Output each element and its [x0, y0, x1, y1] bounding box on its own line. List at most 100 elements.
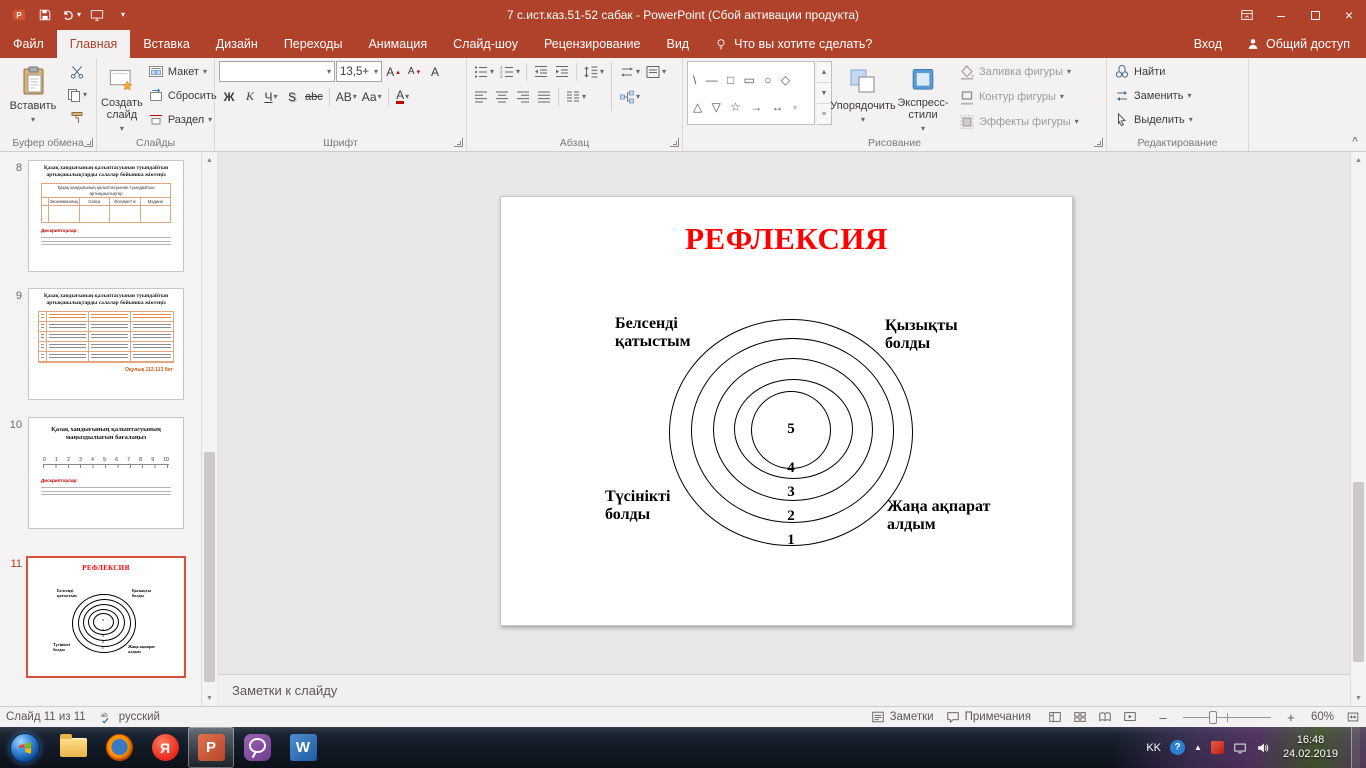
close-button[interactable]: ×: [1332, 0, 1366, 30]
scroll-up-arrow[interactable]: ▲: [202, 152, 217, 168]
scroll-up-arrow[interactable]: ▲: [1351, 152, 1366, 168]
zoom-in-button[interactable]: +: [1283, 710, 1299, 725]
tab-slideshow[interactable]: Слайд-шоу: [440, 30, 531, 58]
slide-canvas[interactable]: РЕФЛЕКСИЯ 5 4 3 2 1 Белсенді қатыстым Қы…: [500, 196, 1073, 626]
character-spacing-button[interactable]: АВ▾: [334, 86, 359, 107]
taskbar-word-button[interactable]: W: [280, 727, 326, 768]
line-spacing-button[interactable]: ▾: [581, 61, 606, 82]
sign-in-link[interactable]: Вход: [1194, 37, 1222, 51]
save-button[interactable]: [34, 3, 56, 27]
shapes-scroll-up-button[interactable]: ▲: [817, 62, 831, 83]
tab-transitions[interactable]: Переходы: [271, 30, 356, 58]
section-button[interactable]: Раздел▾: [145, 109, 220, 131]
volume-icon[interactable]: [1256, 741, 1270, 755]
language-indicator[interactable]: русский: [100, 710, 160, 724]
copy-button[interactable]: ▾: [64, 84, 89, 105]
text-shadow-button[interactable]: S: [282, 86, 302, 107]
maximize-button[interactable]: [1298, 0, 1332, 30]
arrange-button[interactable]: Упорядочить ▾: [834, 61, 892, 133]
shape-fill-button[interactable]: Заливка фигуры▾: [956, 61, 1082, 83]
label-bottom-right[interactable]: Жаңа ақпарат алдым: [887, 498, 990, 535]
reading-view-button[interactable]: [1093, 707, 1118, 727]
shapes-scroll-down-button[interactable]: ▼: [817, 83, 831, 104]
hidden-icons-button[interactable]: ▲: [1194, 743, 1202, 752]
zoom-slider[interactable]: [1183, 707, 1271, 727]
clock[interactable]: 16:48 24.02.2019: [1279, 734, 1342, 762]
paragraph-dialog-launcher[interactable]: [670, 138, 679, 147]
label-top-left[interactable]: Белсенді қатыстым: [615, 315, 691, 352]
align-left-button[interactable]: [471, 86, 491, 107]
italic-button[interactable]: К: [240, 86, 260, 107]
notes-pane[interactable]: Заметки к слайду: [218, 674, 1350, 706]
taskbar-yandex-button[interactable]: Я: [142, 727, 188, 768]
zoom-out-button[interactable]: –: [1155, 710, 1171, 725]
collapse-ribbon-button[interactable]: ^: [1352, 136, 1358, 147]
layout-button[interactable]: Макет▾: [145, 61, 220, 83]
scrollbar-thumb[interactable]: [204, 452, 215, 682]
shape-outline-button[interactable]: Контур фигуры▾: [956, 86, 1082, 108]
tab-home[interactable]: Главная: [57, 30, 131, 58]
scrollbar-thumb[interactable]: [1353, 482, 1364, 662]
bullets-button[interactable]: ▾: [471, 61, 496, 82]
label-bottom-left[interactable]: Түсінікті болды: [605, 488, 670, 525]
format-painter-button[interactable]: [64, 107, 89, 128]
tab-design[interactable]: Дизайн: [203, 30, 271, 58]
tab-animations[interactable]: Анимация: [355, 30, 440, 58]
ring-number-4[interactable]: 4: [771, 460, 811, 477]
slideshow-view-button[interactable]: [1118, 707, 1143, 727]
display-icon[interactable]: [1233, 741, 1247, 755]
numbering-button[interactable]: ▾: [497, 61, 522, 82]
tell-me-box[interactable]: Что вы хотите сделать?: [702, 30, 884, 58]
slides-panel-scrollbar[interactable]: ▲ ▼: [201, 152, 217, 706]
ring-number-2[interactable]: 2: [771, 508, 811, 525]
align-text-button[interactable]: ▾: [643, 61, 668, 82]
taskbar-explorer-button[interactable]: [50, 727, 96, 768]
font-dialog-launcher[interactable]: [454, 138, 463, 147]
label-top-right[interactable]: Қызықты болды: [885, 317, 958, 354]
convert-to-smartart-button[interactable]: ▾: [617, 86, 642, 107]
fit-to-window-button[interactable]: [1346, 710, 1360, 724]
grow-font-button[interactable]: А▴: [383, 61, 403, 82]
notes-toggle-button[interactable]: Заметки: [871, 710, 934, 724]
slide-sorter-view-button[interactable]: [1068, 707, 1093, 727]
paste-button[interactable]: Вставить ▾: [4, 61, 62, 133]
comments-toggle-button[interactable]: Примечания: [946, 710, 1031, 724]
font-color-button[interactable]: А▾: [393, 86, 413, 107]
tab-view[interactable]: Вид: [653, 30, 702, 58]
strikethrough-button[interactable]: abc: [303, 86, 325, 107]
text-direction-button[interactable]: ▾: [617, 61, 642, 82]
replace-button[interactable]: Заменить▾: [1111, 85, 1244, 107]
start-button[interactable]: [0, 727, 50, 768]
ring-number-3[interactable]: 3: [771, 484, 811, 501]
taskbar-viber-button[interactable]: [234, 727, 280, 768]
font-name-combo[interactable]: ▾: [219, 61, 335, 82]
reset-button[interactable]: Сбросить: [145, 85, 220, 107]
slide-8-thumbnail[interactable]: Қазақ хандығының қалыптасуынан туындайты…: [28, 160, 184, 272]
clear-formatting-button[interactable]: А: [425, 61, 445, 82]
drawing-dialog-launcher[interactable]: [1094, 138, 1103, 147]
shapes-more-button[interactable]: ≡: [817, 104, 831, 124]
quick-styles-button[interactable]: Экспресс-стили ▾: [894, 61, 952, 133]
find-button[interactable]: Найти: [1111, 61, 1244, 83]
main-scrollbar[interactable]: ▲ ▼: [1350, 152, 1366, 706]
columns-button[interactable]: ▾: [563, 86, 588, 107]
help-icon[interactable]: ?: [1170, 740, 1185, 755]
taskbar-firefox-button[interactable]: [96, 727, 142, 768]
minimize-button[interactable]: –: [1264, 0, 1298, 30]
zoom-level[interactable]: 60%: [1311, 711, 1334, 723]
select-button[interactable]: Выделить▾: [1111, 109, 1244, 131]
slide-counter[interactable]: Слайд 11 из 11: [6, 711, 86, 723]
ribbon-display-options-button[interactable]: [1230, 0, 1264, 30]
tab-insert[interactable]: Вставка: [130, 30, 202, 58]
new-slide-button[interactable]: Создать слайд ▾: [101, 61, 143, 133]
normal-view-button[interactable]: [1043, 707, 1068, 727]
language-switcher[interactable]: KK: [1146, 742, 1161, 754]
align-center-button[interactable]: [492, 86, 512, 107]
justify-button[interactable]: [534, 86, 554, 107]
ring-number-1[interactable]: 1: [771, 532, 811, 549]
align-right-button[interactable]: [513, 86, 533, 107]
shrink-font-button[interactable]: А▾: [404, 61, 424, 82]
cut-button[interactable]: [64, 61, 89, 82]
zoom-handle[interactable]: [1209, 711, 1217, 724]
slide-9-thumbnail[interactable]: Қазақ хандығының қалыптасуынан туындайты…: [28, 288, 184, 400]
